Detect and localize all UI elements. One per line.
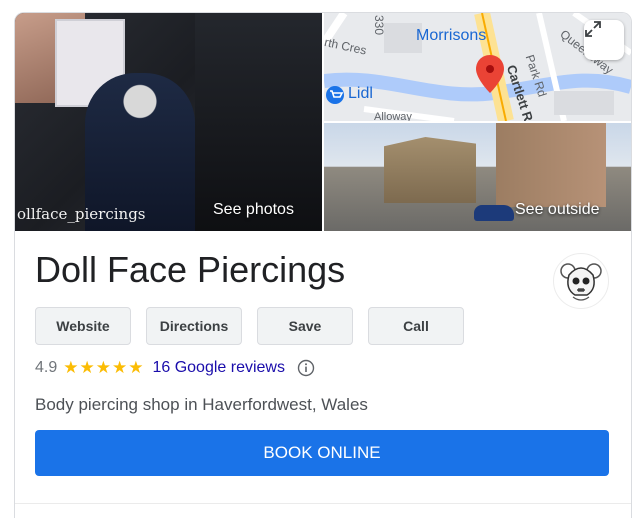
see-photos-label[interactable]: See photos bbox=[213, 201, 294, 219]
street-building-brick bbox=[496, 123, 606, 207]
star-rating-icon: ★★★★★ bbox=[63, 358, 145, 377]
google-reviews-link[interactable]: 16 Google reviews bbox=[152, 359, 285, 377]
map-label-road-number: 330 bbox=[372, 15, 386, 36]
save-button[interactable]: Save bbox=[257, 307, 353, 345]
business-panel: ollface_piercings See photos Morrisons L… bbox=[14, 12, 632, 518]
website-button[interactable]: Website bbox=[35, 307, 131, 345]
business-name: Doll Face Piercings bbox=[35, 249, 346, 290]
media-header: ollface_piercings See photos Morrisons L… bbox=[15, 13, 631, 231]
photo-watermark: ollface_piercings bbox=[17, 205, 146, 223]
map-tile[interactable]: Morrisons Lidl Park Rd Cartlett R Queens… bbox=[324, 13, 631, 121]
photo-person-dark bbox=[195, 13, 322, 231]
business-category: Body piercing shop in Haverfordwest, Wal… bbox=[35, 395, 368, 414]
map-label-morrisons: Morrisons bbox=[416, 27, 487, 44]
map-label-lidl: Lidl bbox=[348, 85, 373, 102]
street-view-tile[interactable]: See outside bbox=[324, 123, 631, 231]
photo-gallery-tile[interactable]: ollface_piercings See photos bbox=[15, 13, 322, 231]
info-icon[interactable] bbox=[297, 359, 315, 377]
street-car bbox=[474, 205, 514, 221]
skull-logo-icon bbox=[553, 253, 609, 309]
expand-icon bbox=[585, 21, 601, 37]
map-label-alloway: Alloway bbox=[374, 111, 412, 121]
divider bbox=[15, 503, 631, 504]
call-button[interactable]: Call bbox=[368, 307, 464, 345]
shopping-cart-icon bbox=[326, 86, 344, 104]
rating-value: 4.9 bbox=[35, 359, 58, 376]
directions-button[interactable]: Directions bbox=[146, 307, 242, 345]
expand-map-button[interactable] bbox=[584, 20, 624, 60]
rating-row: 4.9 ★★★★★ 16 Google reviews bbox=[35, 357, 315, 379]
see-outside-label[interactable]: See outside bbox=[515, 201, 600, 219]
book-online-button[interactable]: BOOK ONLINE bbox=[35, 430, 609, 476]
street-building bbox=[384, 137, 476, 203]
